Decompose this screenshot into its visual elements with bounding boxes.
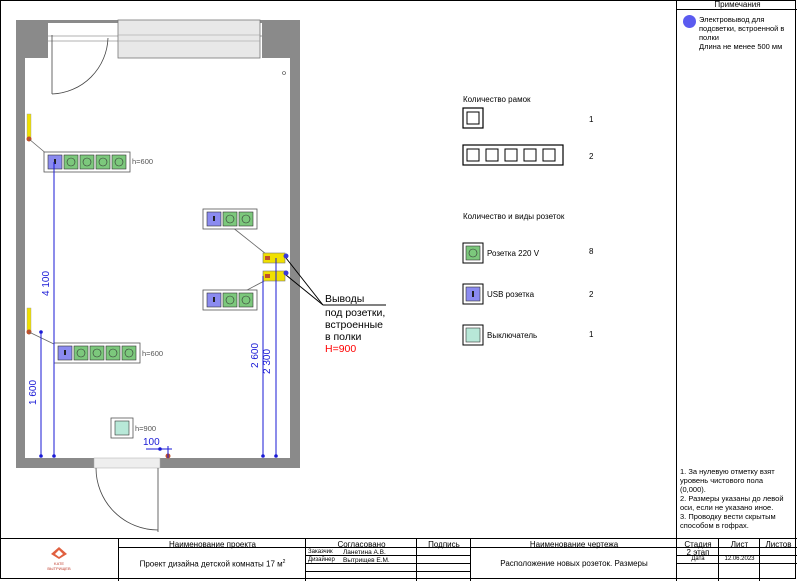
logo-text-line2: ВЫТРИЩЕВ xyxy=(47,566,71,571)
date-value: 12.06.2023 xyxy=(724,556,755,562)
general-note-line: 2. Размеры указаны до левой xyxy=(680,494,784,503)
wire-note: Электровывод для подсветки, встроенной в… xyxy=(699,15,797,51)
wall-left xyxy=(16,58,25,468)
dim-1600: 1 600 xyxy=(28,379,39,405)
dim-100: 100 xyxy=(143,437,160,448)
designer-role: Дизайнер xyxy=(308,557,335,563)
agreed-head: Согласовано xyxy=(337,540,386,549)
socket-block-right-top xyxy=(202,208,258,230)
wall-marker-1 xyxy=(26,113,32,141)
legend-usb-count: 2 xyxy=(589,290,594,299)
agreed-cell: Согласовано Заказчик Ланетина А.В. Дизай… xyxy=(305,539,416,581)
general-note-line: 3. Проводку вести скрытым xyxy=(680,512,776,521)
notes-title: Примечания xyxy=(677,0,797,10)
logo-icon xyxy=(51,547,67,559)
socket-block-left-top xyxy=(43,151,131,173)
legend-types-title: Количество и виды розеток xyxy=(463,212,565,221)
callout-line2: под розетки, xyxy=(325,307,386,319)
notes-panel: Примечания Электровывод для подсветки, в… xyxy=(676,0,797,540)
legend-socket-count: 8 xyxy=(589,247,594,256)
wall-bottom-right xyxy=(160,458,300,468)
sheet-head: Лист xyxy=(730,540,749,549)
dim-2600: 2 600 xyxy=(250,342,261,368)
switch-height-label: h=900 xyxy=(135,424,157,433)
legend-usb-label: USB розетка xyxy=(487,290,535,299)
client-role: Заказчик xyxy=(308,549,333,555)
legend-switch-label: Выключатель xyxy=(487,331,538,340)
wall-corner-top-right xyxy=(262,20,300,58)
project-head: Наименование проекта xyxy=(169,540,256,549)
window xyxy=(48,19,262,59)
room-walls xyxy=(16,20,300,468)
title-block: KATE ВЫТРИЩЕВ Наименование проекта Проек… xyxy=(0,538,797,581)
designer-name: Вытрищев Е.М. xyxy=(343,557,390,564)
wire-outlet-legend-icon xyxy=(683,15,696,28)
socket-block-right-bottom xyxy=(202,289,258,311)
project-name-sup: 2 xyxy=(282,559,286,565)
project-name: Проект дизайна детской комнаты 17 м2 xyxy=(119,559,306,569)
sheets-cell: Листов xyxy=(759,539,797,581)
signature-cell: Подпись xyxy=(416,539,470,581)
legend-frame5-count: 2 xyxy=(589,152,594,161)
sheet-cell: Лист 12.06.2023 xyxy=(718,539,759,581)
legend-frame1-count: 1 xyxy=(589,115,594,124)
wire-note-line3: полки xyxy=(699,33,719,42)
general-notes: 1. За нулевую отметку взят уровень чисто… xyxy=(680,467,795,530)
legend-switch-count: 1 xyxy=(589,330,594,339)
wire-note-line4: Длина не менее 500 мм xyxy=(699,42,783,51)
general-note-line: способом в гофрах. xyxy=(680,521,749,530)
wire-note-line2: подсветки, встроенной в xyxy=(699,24,785,33)
project-cell: Наименование проекта Проект дизайна детс… xyxy=(118,539,305,581)
client-name: Ланетина А.В. xyxy=(343,549,386,556)
legend-socket-label: Розетка 220 V xyxy=(487,249,540,258)
drawing-cell: Наименование чертежа Расположение новых … xyxy=(470,539,676,581)
dim-4100: 4 100 xyxy=(41,270,52,296)
callout-line4: в полки xyxy=(325,331,362,343)
signature-head: Подпись xyxy=(428,540,460,549)
wall-corner-top-left xyxy=(16,20,48,58)
callout-line3: встроенные xyxy=(325,319,384,331)
general-note-line: оси, если не указано иное. xyxy=(680,503,774,512)
wire-note-line1: Электровывод для xyxy=(699,15,765,24)
wall-marker-2 xyxy=(26,307,32,333)
wall-bottom-left xyxy=(16,458,94,468)
legend-frames-title: Количество рамок xyxy=(463,95,531,104)
callout-height: H=900 xyxy=(325,343,357,355)
socket-block-left-bottom xyxy=(53,342,141,364)
general-note-line: уровень чистового пола xyxy=(680,476,764,485)
drawing-head: Наименование чертежа xyxy=(529,540,619,549)
sockets-height-label-bottom: h=600 xyxy=(142,349,164,358)
wall-right xyxy=(290,58,300,468)
stage-cell: Стадия 2 этап Дата xyxy=(676,539,718,581)
project-name-text: Проект дизайна детской комнаты 17 м xyxy=(139,559,283,569)
drawing-name: Расположение новых розеток. Размеры xyxy=(500,559,648,568)
date-head: Дата xyxy=(691,556,705,562)
general-note-line: (0,000). xyxy=(680,485,706,494)
sheets-head: Листов xyxy=(765,540,792,549)
bottom-door xyxy=(93,457,161,532)
callout-line1: Выводы xyxy=(325,293,365,305)
switch-block xyxy=(110,417,134,439)
sockets-height-label-top: h=600 xyxy=(132,157,154,166)
top-door xyxy=(51,35,109,95)
logo: KATE ВЫТРИЩЕВ xyxy=(0,539,118,581)
general-note-line: 1. За нулевую отметку взят xyxy=(680,467,775,476)
logo-text: KATE ВЫТРИЩЕВ xyxy=(0,561,118,571)
dim-2300: 2 300 xyxy=(262,348,273,374)
